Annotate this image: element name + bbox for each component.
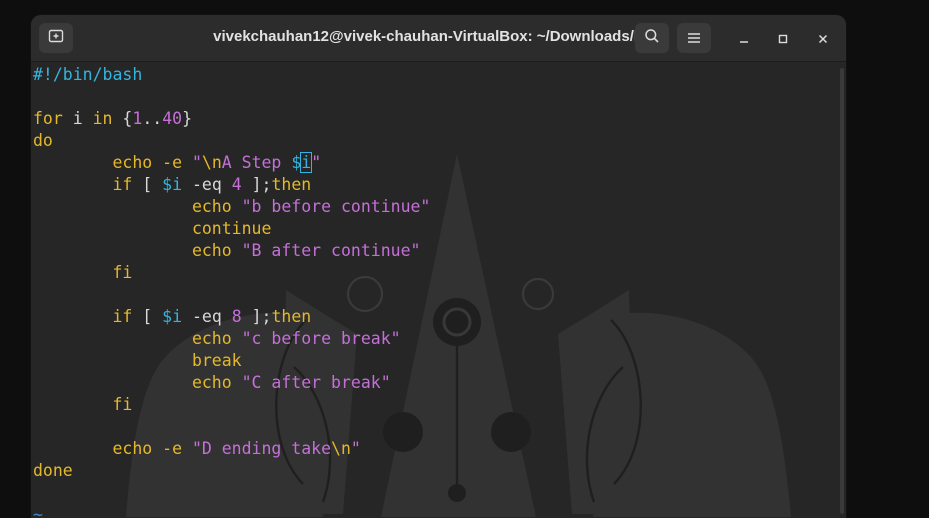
code-line: do — [33, 130, 430, 152]
code-line: echo -e "D ending take\n" — [33, 438, 430, 460]
terminal-content[interactable]: #!/bin/bash for i in {1..40} do echo -e "\… — [31, 62, 846, 518]
code-token: 40 — [162, 109, 183, 128]
code-token: -eq — [182, 175, 232, 194]
search-icon — [644, 28, 660, 48]
code-token: fi — [33, 263, 133, 282]
terminal-window: vivekchauhan12@vivek-chauhan-VirtualBox:… — [31, 15, 846, 518]
code-line: echo "C after break" — [33, 372, 430, 394]
code-line: echo -e "\nA Step $i" — [33, 152, 430, 174]
code-token: ]; — [241, 307, 272, 326]
menu-button[interactable] — [677, 23, 711, 53]
code-token: 8 — [231, 307, 242, 326]
code-token: " — [182, 153, 202, 172]
code-token: break — [33, 351, 242, 370]
code-token: 1 — [132, 109, 143, 128]
code-token: .. — [142, 109, 163, 128]
code-token: done — [33, 461, 73, 480]
maximize-icon — [777, 30, 789, 49]
code-token: echo — [33, 373, 232, 392]
minimize-icon — [738, 30, 750, 49]
code-line: fi — [33, 394, 430, 416]
code-token: -eq — [182, 307, 232, 326]
code-token: \n — [201, 153, 222, 172]
code-token: \n — [331, 439, 351, 458]
code-line: fi — [33, 262, 430, 284]
code-line: ~ — [33, 504, 430, 518]
code-editor[interactable]: #!/bin/bash for i in {1..40} do echo -e "\… — [33, 64, 430, 518]
code-token: "c before break" — [231, 329, 401, 348]
code-token: echo — [33, 329, 232, 348]
code-token: then — [271, 307, 312, 326]
code-token: 4 — [231, 175, 242, 194]
code-token: A Step — [221, 153, 292, 172]
code-token: then — [271, 175, 312, 194]
code-token: echo -e — [33, 439, 183, 458]
code-line: if [ $i -eq 8 ];then — [33, 306, 430, 328]
code-token: $ — [291, 153, 302, 172]
code-token: $i — [162, 307, 183, 326]
code-token: do — [33, 131, 53, 150]
code-token: echo — [33, 241, 232, 260]
code-line: continue — [33, 218, 430, 240]
code-line: break — [33, 350, 430, 372]
code-line: echo "B after continue" — [33, 240, 430, 262]
code-line: for i in {1..40} — [33, 108, 430, 130]
scrollbar[interactable] — [840, 68, 844, 514]
code-line: done — [33, 460, 430, 482]
close-button[interactable] — [813, 29, 833, 49]
code-token: fi — [33, 395, 133, 414]
code-token: "b before continue" — [231, 197, 431, 216]
code-line: #!/bin/bash — [33, 64, 430, 86]
code-token: ~ — [33, 505, 43, 518]
code-token: " — [311, 153, 322, 172]
text-cursor: i — [300, 152, 313, 173]
code-token: "C after break" — [231, 373, 391, 392]
code-token: [ — [132, 175, 163, 194]
code-token: continue — [33, 219, 272, 238]
window-title: vivekchauhan12@vivek-chauhan-VirtualBox:… — [213, 28, 664, 45]
minimize-button[interactable] — [734, 29, 754, 49]
code-line: echo "b before continue" — [33, 196, 430, 218]
code-token: " — [350, 439, 361, 458]
code-token: [ — [132, 307, 163, 326]
code-token: echo — [33, 197, 232, 216]
code-token: { — [112, 109, 133, 128]
code-token: #!/bin/bash — [33, 65, 143, 84]
hamburger-menu-icon — [687, 29, 701, 48]
code-token: "B after continue" — [231, 241, 421, 260]
code-token: ]; — [241, 175, 272, 194]
maximize-button[interactable] — [773, 29, 793, 49]
code-token: $i — [162, 175, 183, 194]
code-line: echo "c before break" — [33, 328, 430, 350]
code-token: echo -e — [33, 153, 183, 172]
code-line: if [ $i -eq 4 ];then — [33, 174, 430, 196]
code-token: for — [33, 109, 63, 128]
code-token: i — [62, 109, 93, 128]
code-token: if — [33, 307, 133, 326]
search-button[interactable] — [635, 23, 669, 53]
close-icon — [817, 30, 829, 49]
code-token: if — [33, 175, 133, 194]
title-bar[interactable]: vivekchauhan12@vivek-chauhan-VirtualBox:… — [31, 15, 846, 62]
code-token: "D ending take — [182, 439, 332, 458]
code-token: } — [182, 109, 192, 128]
code-token: in — [92, 109, 113, 128]
